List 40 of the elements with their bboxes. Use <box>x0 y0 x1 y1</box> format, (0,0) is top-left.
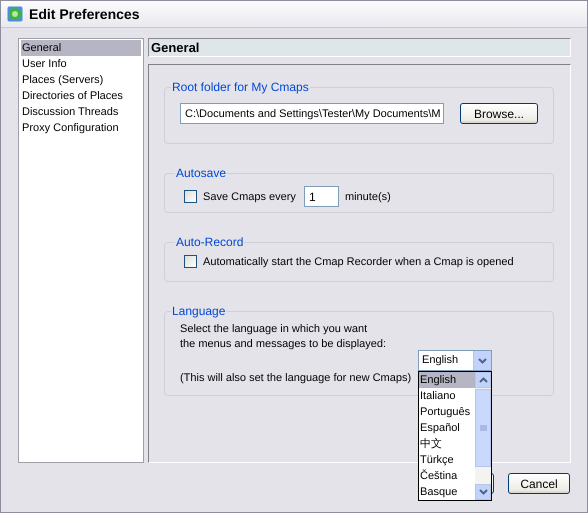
minutes-field[interactable]: 1 <box>304 186 339 207</box>
language-prompt: Select the language in which you want the menus and messages to be displayed: <box>180 322 388 352</box>
language-option[interactable]: English <box>419 372 475 388</box>
language-option[interactable]: Español <box>419 420 475 436</box>
checkbox-label: Save Cmaps every <box>203 190 296 202</box>
app-icon <box>7 6 23 22</box>
scroll-up-button[interactable] <box>475 372 491 388</box>
scroll-down-button[interactable] <box>475 484 491 500</box>
browse-button[interactable]: Browse... <box>460 103 538 124</box>
language-note: (This will also set the language for new Cmaps) <box>180 372 412 384</box>
category-item[interactable]: Discussion Threads <box>21 104 141 120</box>
language-option[interactable]: Basque <box>419 484 475 500</box>
group-title: Root folder for My Cmaps <box>171 80 310 94</box>
cancel-button[interactable]: Cancel <box>508 473 570 494</box>
caret-up-icon <box>478 377 488 383</box>
category-item[interactable]: Directories of Places <box>21 88 141 104</box>
group-title: Language <box>171 304 226 318</box>
group-title: Autosave <box>175 166 228 180</box>
caret-icon <box>478 358 487 364</box>
category-item[interactable]: Places (Servers) <box>21 72 141 88</box>
language-option[interactable]: Čeština <box>419 468 475 484</box>
checkbox[interactable] <box>184 190 197 203</box>
language-option[interactable]: Italiano <box>419 388 475 404</box>
category-item[interactable]: General <box>21 40 141 56</box>
caret-down-icon <box>478 489 488 495</box>
category-item[interactable]: Proxy Configuration <box>21 120 141 136</box>
grip-icon <box>480 425 486 431</box>
scrollbar-thumb[interactable] <box>475 389 491 467</box>
language-dropdown[interactable]: English <box>418 350 492 371</box>
checkbox[interactable] <box>184 255 197 268</box>
category-item[interactable]: User Info <box>21 56 141 72</box>
window-title: Edit Preferences <box>29 6 140 22</box>
group-title: Auto-Record <box>175 235 244 249</box>
checkbox-label: Automatically start the Cmap Recorder when a Cmap is opened <box>203 256 514 268</box>
language-option[interactable]: Português <box>419 404 475 420</box>
language-option[interactable]: 中文 <box>419 436 475 452</box>
section-header: General <box>148 38 571 57</box>
folder-path-field[interactable]: C:\Documents and Settings\Tester\My Documents\M <box>180 103 444 124</box>
language-option[interactable]: Türkçe <box>419 452 475 468</box>
unit-label: minute(s) <box>344 190 391 202</box>
